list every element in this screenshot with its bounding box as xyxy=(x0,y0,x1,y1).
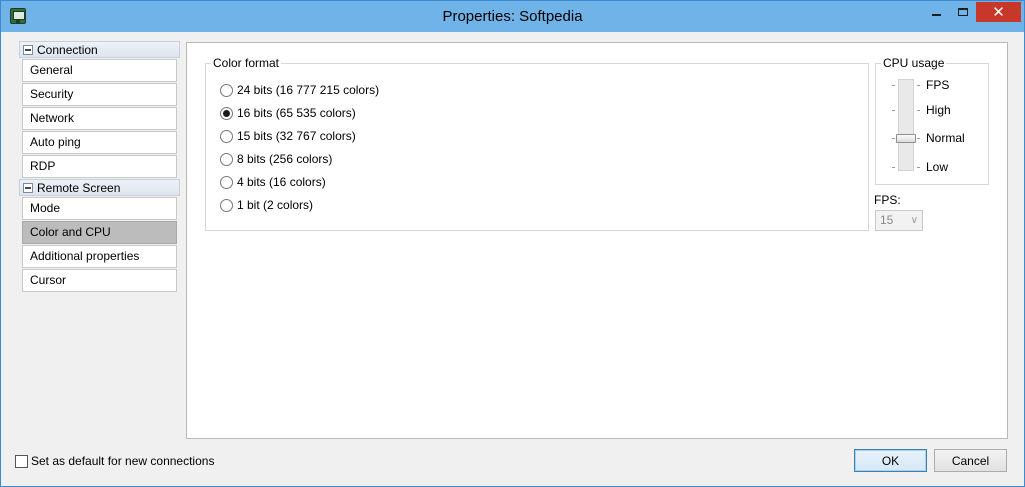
slider-tick xyxy=(917,85,920,86)
color-option-16bit[interactable]: 16 bits (65 535 colors) xyxy=(220,106,356,120)
slider-tick xyxy=(892,110,895,111)
collapse-icon[interactable] xyxy=(23,182,33,193)
slider-tick xyxy=(917,138,920,139)
minimize-button[interactable] xyxy=(923,2,949,22)
cpu-slider-track[interactable] xyxy=(898,79,914,171)
cpu-level-low: Low xyxy=(926,160,949,174)
radio-label: 4 bits (16 colors) xyxy=(237,175,326,189)
properties-window: Properties: Softpedia ✕ Connection Gener… xyxy=(0,0,1025,487)
sidebar-item-cursor[interactable]: Cursor xyxy=(22,269,177,292)
cpu-level-fps: FPS xyxy=(926,78,950,92)
cpu-level-high: High xyxy=(926,103,951,117)
cpu-slider-thumb[interactable] xyxy=(896,134,916,143)
sidebar: Connection General Security Network Auto… xyxy=(18,41,180,293)
fps-select[interactable]: 15 ∨ xyxy=(875,210,923,231)
maximize-icon xyxy=(958,8,968,16)
title-bar: Properties: Softpedia ✕ xyxy=(1,1,1024,32)
color-option-15bit[interactable]: 15 bits (32 767 colors) xyxy=(220,129,356,143)
slider-tick xyxy=(892,167,895,168)
radio-button[interactable] xyxy=(220,175,233,189)
set-default-label: Set as default for new connections xyxy=(31,454,215,468)
collapse-icon[interactable] xyxy=(23,44,33,55)
sidebar-item-security[interactable]: Security xyxy=(22,83,177,106)
color-format-legend: Color format xyxy=(211,56,282,70)
radio-label: 1 bit (2 colors) xyxy=(237,198,314,212)
radio-button[interactable] xyxy=(220,152,233,166)
sidebar-item-mode[interactable]: Mode xyxy=(22,197,177,220)
radio-label: 16 bits (65 535 colors) xyxy=(237,106,356,120)
slider-tick xyxy=(917,110,920,111)
cpu-usage-legend: CPU usage xyxy=(881,56,947,70)
radio-label: 15 bits (32 767 colors) xyxy=(237,129,356,143)
cancel-button[interactable]: Cancel xyxy=(934,449,1007,472)
color-option-24bit[interactable]: 24 bits (16 777 215 colors) xyxy=(220,83,379,97)
color-option-8bit[interactable]: 8 bits (256 colors) xyxy=(220,152,332,166)
set-default-checkbox-row[interactable]: Set as default for new connections xyxy=(15,454,214,468)
group-header-remote-screen[interactable]: Remote Screen xyxy=(19,179,180,196)
minimize-icon xyxy=(931,14,941,16)
content-panel: Color format 24 bits (16 777 215 colors)… xyxy=(186,42,1008,439)
sidebar-item-network[interactable]: Network xyxy=(22,107,177,130)
cpu-usage-group: CPU usage FPS High Normal Low xyxy=(875,56,989,185)
sidebar-item-additional-properties[interactable]: Additional properties xyxy=(22,245,177,268)
sidebar-item-rdp[interactable]: RDP xyxy=(22,155,177,178)
group-label: Remote Screen xyxy=(37,180,121,195)
set-default-checkbox[interactable] xyxy=(15,454,28,468)
maximize-button[interactable] xyxy=(950,2,976,22)
group-label: Connection xyxy=(37,42,98,57)
radio-label: 24 bits (16 777 215 colors) xyxy=(237,83,380,97)
sidebar-item-general[interactable]: General xyxy=(22,59,177,82)
sidebar-item-color-and-cpu[interactable]: Color and CPU xyxy=(22,221,177,244)
fps-value: 15 xyxy=(880,213,894,227)
radio-button[interactable] xyxy=(220,198,233,212)
color-format-group: Color format 24 bits (16 777 215 colors)… xyxy=(205,56,869,231)
radio-label: 8 bits (256 colors) xyxy=(237,152,333,166)
radio-button[interactable] xyxy=(220,129,233,143)
cpu-level-normal: Normal xyxy=(926,131,965,145)
close-icon: ✕ xyxy=(992,4,1005,21)
group-header-connection[interactable]: Connection xyxy=(19,41,180,58)
sidebar-item-auto-ping[interactable]: Auto ping xyxy=(22,131,177,154)
color-option-1bit[interactable]: 1 bit (2 colors) xyxy=(220,198,313,212)
close-button[interactable]: ✕ xyxy=(976,2,1021,22)
chevron-down-icon: ∨ xyxy=(910,215,918,226)
fps-label: FPS: xyxy=(874,193,901,207)
slider-tick xyxy=(917,167,920,168)
color-option-4bit[interactable]: 4 bits (16 colors) xyxy=(220,175,326,189)
radio-button[interactable] xyxy=(220,83,233,97)
ok-button[interactable]: OK xyxy=(854,449,927,472)
window-title: Properties: Softpedia xyxy=(442,8,583,25)
radio-button-selected[interactable] xyxy=(220,106,233,120)
slider-tick xyxy=(892,85,895,86)
slider-tick xyxy=(892,138,895,139)
